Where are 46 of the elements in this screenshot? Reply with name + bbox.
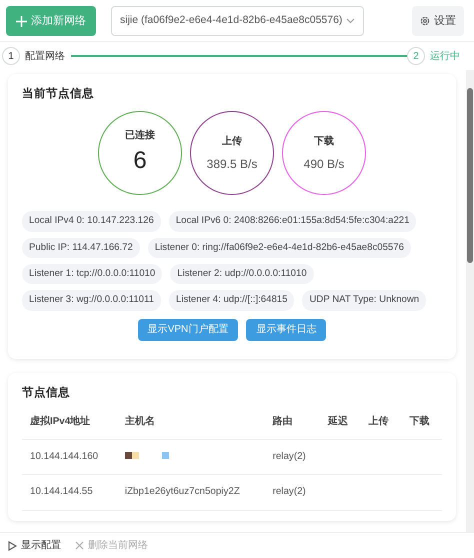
step-number: 1	[2, 47, 20, 65]
plus-icon	[16, 16, 27, 26]
footer-button[interactable]: 显示配置	[8, 538, 61, 553]
scrollbar[interactable]	[466, 70, 474, 532]
card-title: 当前节点信息	[22, 86, 95, 102]
settings-button[interactable]: 设置	[412, 6, 464, 36]
info-tag: Public IP: 114.47.166.72	[22, 238, 140, 258]
stat-label: 上传	[222, 134, 242, 149]
column-header: 主机名	[116, 406, 265, 440]
card-title: 节点信息	[22, 385, 71, 401]
table-cell: 10.144.144.160	[22, 439, 117, 475]
column-header: 延迟	[320, 406, 361, 440]
column-header: 下载	[401, 406, 442, 440]
info-tag: UDP NAT Type: Unknown	[302, 290, 426, 311]
close-icon	[75, 541, 84, 550]
settings-icon	[420, 16, 430, 26]
column-header: 路由	[264, 406, 320, 440]
info-tag: Listener 3: wg://0.0.0.0:11011	[22, 290, 161, 311]
table-cell: relay(2)	[264, 439, 320, 475]
info-tag: Local IPv6 0: 2408:8266:e01:155a:8d54:5fe:c304:a221	[168, 211, 416, 232]
stat-value: 6	[133, 146, 147, 176]
play-icon	[8, 540, 17, 550]
action-button[interactable]: 显示VPN门户配置	[138, 318, 238, 341]
info-tag: Listener 0: ring://fa06f9e2-e6e4-4e1d-82b6-e45ae8c05576	[148, 238, 411, 258]
chevron-down-icon	[346, 18, 355, 24]
column-header: 上传	[360, 406, 402, 440]
step-label: 运行中	[430, 50, 460, 64]
column-header: 虚拟IPv4地址	[22, 406, 117, 440]
stat-value: 490 B/s	[304, 156, 344, 173]
step-number: 2	[407, 47, 425, 65]
info-tag: Listener 4: udp://[::]:64815	[168, 290, 294, 311]
info-tag: Listener 2: udp://0.0.0.0:11010	[170, 264, 314, 284]
add-network-button[interactable]: 添加新网络	[6, 6, 96, 36]
network-select[interactable]: sijie (fa06f9e2-e6e4-4e1d-82b6-e45ae8c05576)	[111, 6, 364, 36]
step-label: 配置网络	[25, 50, 65, 64]
table-cell: relay(2)	[264, 474, 320, 511]
info-tag: Listener 1: tcp://0.0.0.0:11010	[22, 264, 162, 284]
hostname-glyph-icon	[124, 452, 169, 459]
table-cell: 10.144.144.55	[22, 474, 117, 511]
stat-label: 已连接	[125, 128, 155, 143]
table-cell: iZbp1e26yt6uz7cn5opiy2Z	[116, 474, 265, 511]
scrollbar-thumb[interactable]	[467, 88, 473, 263]
info-tag: Local IPv4 0: 10.147.223.126	[22, 211, 161, 232]
stat-value: 389.5 B/s	[206, 156, 258, 173]
stat-label: 下载	[314, 134, 334, 149]
action-button[interactable]: 显示事件日志	[246, 318, 326, 341]
